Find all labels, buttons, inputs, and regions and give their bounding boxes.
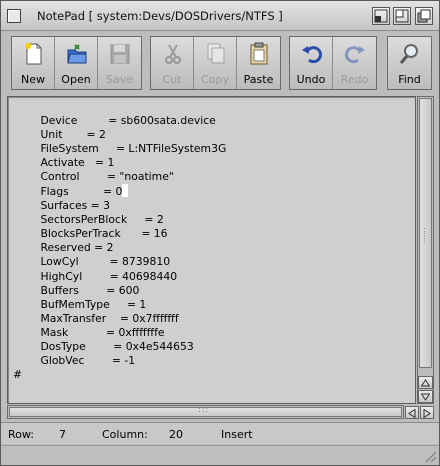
editor-line: BlocksPerTrack = 16	[13, 227, 168, 241]
scroll-left-button[interactable]	[405, 406, 419, 419]
editor-line: Control = "noatime"	[13, 170, 174, 184]
grip-icon: :::	[198, 405, 210, 414]
text-cursor	[122, 184, 129, 198]
editor-line: Device = sb600sata.device	[13, 114, 216, 127]
scissors-icon	[165, 44, 181, 64]
cut-button[interactable]: Cut	[151, 37, 194, 89]
redo-icon	[345, 46, 365, 64]
row-label: Row:	[8, 428, 34, 441]
editor-line: Reserved = 2	[13, 241, 114, 255]
editor-line: Buffers = 600	[13, 283, 140, 297]
scroll-right-button[interactable]	[420, 406, 434, 419]
column-label: Column:	[102, 428, 148, 441]
editor-line: Unit = 2	[13, 128, 106, 142]
editor-line: SectorsPerBlock = 2	[13, 213, 164, 227]
editor-line: Flags = 0	[13, 185, 123, 199]
scroll-up-button[interactable]	[418, 376, 433, 389]
redo-button[interactable]: Redo	[333, 37, 376, 89]
editor-line: #	[13, 367, 23, 381]
editor-line: GlobVec = -1	[13, 353, 136, 367]
editor-line: DosType = 0x4e544653	[13, 339, 194, 353]
editor-line: HighCyl = 40698440	[13, 269, 178, 283]
insert-mode-indicator: Insert	[221, 428, 253, 441]
resize-grip-icon[interactable]	[423, 449, 437, 463]
undo-button[interactable]: Undo	[290, 37, 333, 89]
window-bottom-border	[1, 445, 439, 465]
open-folder-icon	[67, 44, 87, 64]
save-button[interactable]: Save	[98, 37, 141, 89]
editor-line: Activate = 1	[13, 156, 115, 170]
column-value: 20	[169, 428, 183, 441]
file-button-group: New Open Save	[11, 36, 142, 90]
editor-line: Mask = 0xfffffffe	[13, 325, 165, 339]
editor-line: LowCyl = 8739810	[13, 255, 171, 269]
close-gadget-icon[interactable]	[7, 9, 21, 23]
editor-line: BufMemType = 1	[13, 297, 147, 311]
arrow-right-icon	[423, 409, 431, 418]
row-value: 7	[59, 428, 66, 441]
zoom-gadget-icon[interactable]	[393, 7, 411, 25]
copy-button[interactable]: Copy	[194, 37, 237, 89]
history-button-group: Undo Redo	[289, 36, 377, 90]
window-title: NotePad [ system:Devs/DOSDrivers/NTFS ]	[37, 9, 283, 23]
magnifier-icon	[399, 44, 418, 64]
new-document-icon	[25, 43, 42, 65]
undo-icon	[302, 46, 322, 64]
horizontal-scroll-knob[interactable]: :::	[9, 405, 402, 417]
copy-icon	[207, 43, 225, 64]
find-button[interactable]: Find	[388, 37, 431, 89]
text-editor[interactable]: Device = sb600sata.device Unit = 2 FileS…	[7, 96, 416, 404]
open-button[interactable]: Open	[55, 37, 98, 89]
new-button[interactable]: New	[12, 37, 55, 89]
editor-content[interactable]: Device = sb600sata.device Unit = 2 FileS…	[13, 114, 226, 382]
arrow-left-icon	[408, 409, 416, 418]
edit-button-group: Cut Copy Paste	[150, 36, 281, 90]
title-bar[interactable]: NotePad [ system:Devs/DOSDrivers/NTFS ]	[1, 1, 439, 31]
search-button-group: Find	[387, 36, 432, 90]
horizontal-scrollbar[interactable]: :::	[7, 405, 404, 419]
scroll-down-button[interactable]	[418, 390, 433, 403]
grip-icon: :::	[423, 225, 426, 244]
vertical-scrollbar[interactable]: :::	[417, 96, 434, 404]
iconify-gadget-icon[interactable]	[372, 7, 390, 25]
clipboard-icon	[250, 42, 268, 65]
editor-line: Surfaces = 3	[13, 199, 110, 213]
editor-line: FileSystem = L:NTFileSystem3G	[13, 142, 227, 156]
arrow-down-icon	[421, 393, 430, 401]
arrow-up-icon	[421, 379, 430, 387]
status-bar: Row: 7 Column: 20 Insert	[1, 422, 439, 444]
editor-line: MaxTransfer = 0x7fffffff	[13, 311, 179, 325]
vertical-scroll-knob[interactable]: :::	[419, 98, 432, 368]
floppy-disk-icon	[110, 44, 130, 64]
depth-gadget-icon[interactable]	[415, 7, 433, 25]
notepad-window: NotePad [ system:Devs/DOSDrivers/NTFS ] …	[0, 0, 440, 466]
toolbar: New Open Save Cut Copy Paste Undo Redo F…	[1, 32, 439, 93]
paste-button[interactable]: Paste	[237, 37, 280, 89]
